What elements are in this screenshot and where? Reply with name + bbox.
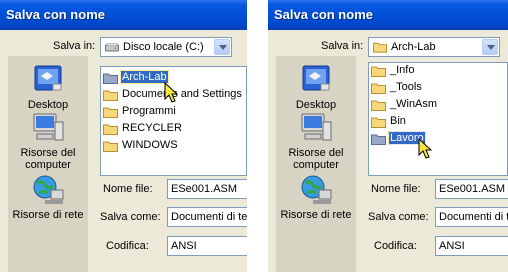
place-desktop[interactable]: Desktop (276, 64, 356, 111)
place-computer-label: Risorse del computer (288, 147, 344, 171)
encoding-label: Codifica: (374, 240, 417, 252)
folder-icon (103, 141, 118, 152)
desktop-icon (34, 65, 62, 91)
file-name: _WinAsm (390, 98, 438, 110)
file-name: Bin (390, 115, 406, 127)
encoding-label: Codifica: (106, 240, 149, 252)
save-in-value: Disco locale (C:) (123, 41, 204, 53)
file-name: _Tools (390, 81, 422, 93)
mouse-pointer-icon (164, 82, 178, 103)
file-name: _Info (390, 64, 415, 76)
savetype-value: Documenti di testo (439, 211, 508, 223)
dialog-title: Salva con nome (0, 0, 247, 30)
save-in-combo[interactable]: Arch-Lab (368, 37, 500, 57)
folder-icon (371, 134, 386, 145)
encoding-combo[interactable]: ANSI (167, 236, 247, 256)
place-computer[interactable]: Risorse del computer (8, 112, 88, 171)
place-computer[interactable]: Risorse del computer (276, 112, 356, 171)
folder-icon (371, 117, 386, 128)
folder-icon (103, 73, 118, 84)
folder-icon (371, 100, 386, 111)
file-name: Documents and Settings (122, 88, 242, 100)
save-in-value: Arch-Lab (391, 41, 436, 53)
save-dialog-right: Salva con nome Salva in: Arch-Lab Deskto… (268, 0, 508, 272)
filename-value: ESe001.ASM (439, 183, 506, 195)
file-list[interactable]: _Info _Tools _WinAsm Bin Lavoro (368, 62, 508, 176)
savetype-label: Salva come: (368, 211, 429, 223)
separator (247, 0, 268, 272)
encoding-value: ANSI (171, 240, 197, 252)
save-dialog-left: Salva con nome Salva in: Disco locale (C… (0, 0, 247, 272)
file-name: RECYCLER (122, 122, 182, 134)
place-computer-label: Risorse del computer (20, 147, 76, 171)
folder-icon (371, 83, 386, 94)
hard-drive-icon (105, 43, 119, 52)
place-network[interactable]: Risorse di rete (276, 174, 356, 221)
savetype-label: Salva come: (100, 211, 161, 223)
encoding-combo[interactable]: ANSI (435, 236, 508, 256)
save-in-label: Salva in: (321, 40, 364, 52)
save-in-label: Salva in: (53, 40, 96, 52)
filename-value: ESe001.ASM (171, 183, 238, 195)
place-network-label: Risorse di rete (12, 209, 84, 221)
dialog-title: Salva con nome (268, 0, 508, 30)
mouse-pointer-icon (418, 138, 432, 159)
file-name: WINDOWS (122, 139, 178, 151)
network-icon (301, 175, 332, 204)
folder-icon (373, 42, 387, 53)
filename-label: Nome file: (103, 183, 153, 195)
place-network-label: Risorse di rete (280, 209, 352, 221)
network-icon (33, 175, 64, 204)
savetype-combo[interactable]: Documenti di testo (167, 207, 247, 227)
desktop-icon (302, 65, 330, 91)
file-name: Arch-Lab (120, 70, 169, 84)
file-name: Programmi (122, 105, 176, 117)
folder-icon (103, 124, 118, 135)
savetype-combo[interactable]: Documenti di testo (435, 207, 508, 227)
folder-icon (103, 107, 118, 118)
places-bar: Desktop Risorse del computer Risorse di … (276, 56, 356, 272)
place-desktop-label: Desktop (295, 99, 337, 111)
savetype-value: Documenti di testo (171, 211, 247, 223)
place-desktop[interactable]: Desktop (8, 64, 88, 111)
computer-icon (33, 113, 64, 141)
filename-field[interactable]: ESe001.ASM (167, 179, 247, 199)
folder-icon (103, 90, 118, 101)
place-network[interactable]: Risorse di rete (8, 174, 88, 221)
place-desktop-label: Desktop (27, 99, 69, 111)
chevron-down-icon[interactable] (482, 39, 498, 55)
chevron-down-icon[interactable] (214, 39, 230, 55)
places-bar: Desktop Risorse del computer Risorse di … (8, 56, 88, 272)
save-in-combo[interactable]: Disco locale (C:) (100, 37, 232, 57)
encoding-value: ANSI (439, 240, 465, 252)
filename-field[interactable]: ESe001.ASM (435, 179, 508, 199)
folder-icon (371, 66, 386, 77)
computer-icon (301, 113, 332, 141)
filename-label: Nome file: (371, 183, 421, 195)
